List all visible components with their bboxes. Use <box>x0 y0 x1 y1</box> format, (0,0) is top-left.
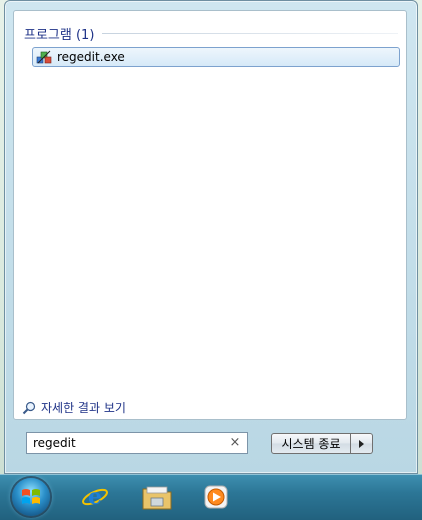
windows-explorer-icon <box>142 486 172 510</box>
result-label: regedit.exe <box>57 50 125 64</box>
arrow-right-icon <box>359 439 364 448</box>
internet-explorer-taskbar-button[interactable]: e <box>78 480 112 514</box>
internet-explorer-icon: e <box>82 484 108 510</box>
search-box[interactable]: × <box>26 432 248 454</box>
group-divider <box>102 32 398 34</box>
search-input[interactable] <box>33 436 229 450</box>
result-item-regedit[interactable]: regedit.exe <box>32 47 400 67</box>
media-player-taskbar-button[interactable] <box>199 480 233 514</box>
shutdown-button[interactable]: 시스템 종료 <box>271 433 351 454</box>
see-more-label: 자세한 결과 보기 <box>41 401 126 415</box>
magnifier-icon <box>22 401 36 414</box>
start-button[interactable] <box>12 478 50 516</box>
shutdown-options-button[interactable] <box>351 433 373 454</box>
regedit-icon <box>36 50 52 64</box>
svg-text:e: e <box>88 484 102 510</box>
windows-logo-icon <box>22 489 40 504</box>
search-results-pane: 프로그램 (1) regedit.exe 자세한 결과 보기 <box>13 10 407 420</box>
results-group-header: 프로그램 (1) <box>24 24 398 43</box>
shutdown-group: 시스템 종료 <box>271 433 373 454</box>
clear-search-icon[interactable]: × <box>229 436 241 449</box>
group-title[interactable]: 프로그램 (1) <box>24 24 94 43</box>
see-more-results-link[interactable]: 자세한 결과 보기 <box>22 399 126 416</box>
media-player-icon <box>204 485 228 509</box>
windows-explorer-taskbar-button[interactable] <box>140 480 174 514</box>
